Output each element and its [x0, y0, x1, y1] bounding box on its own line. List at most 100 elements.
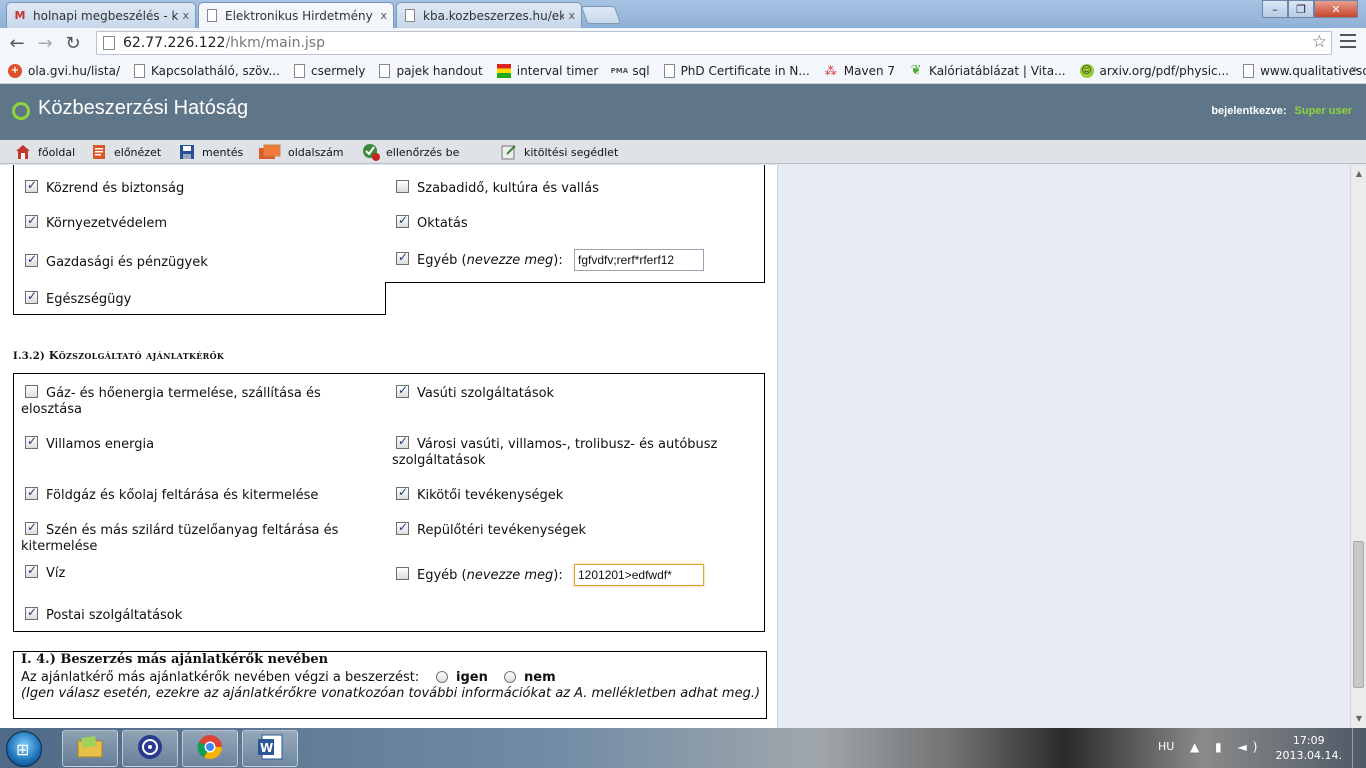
checkbox-foldgaz[interactable] — [25, 485, 38, 500]
egyeb-util-text-input[interactable]: 1201201>edfwdf* — [574, 564, 704, 586]
checkbox-label-egyeb: Egyéb (nevezze meg): — [417, 568, 563, 583]
page-scrollbar[interactable]: ▲ ▼ — [1350, 165, 1366, 728]
page-icon — [205, 9, 219, 23]
page-icon — [379, 63, 391, 78]
checkbox-egyeb-util[interactable] — [396, 567, 409, 580]
logo-ring-icon — [12, 102, 30, 120]
bookmark-label: csermely — [310, 63, 366, 78]
taskbar-explorer[interactable] — [62, 730, 118, 767]
taskbar-chrome[interactable] — [182, 730, 238, 767]
tray-icons[interactable]: ▲ ▮ ◄) — [1190, 740, 1263, 754]
right-panel — [778, 165, 1350, 728]
toolbar-label: mentés — [202, 145, 244, 159]
page-icon — [1243, 63, 1255, 78]
system-clock[interactable]: 17:09 2013.04.14. — [1276, 733, 1342, 763]
show-desktop-button[interactable] — [1352, 728, 1366, 768]
url-host: 62.77.226.122 — [123, 35, 226, 51]
explorer-icon — [76, 735, 104, 763]
toolbar-label: ellenőrzés be — [386, 145, 460, 159]
checkbox-gazdasagi[interactable] — [25, 252, 38, 267]
box-border — [13, 314, 386, 315]
forward-button[interactable]: → — [34, 32, 56, 54]
radio-label-nem: nem — [524, 670, 556, 685]
tab-title: Elektronikus Hirdetmény F — [225, 8, 377, 23]
gmail-icon: M — [14, 9, 26, 22]
radio-nem[interactable] — [504, 671, 516, 683]
bookmark-item[interactable]: ☺ arxiv.org/pdf/physic... — [1079, 63, 1229, 78]
close-icon[interactable]: x — [380, 9, 387, 22]
new-tab-button[interactable] — [580, 6, 622, 24]
taskbar-torrent[interactable] — [122, 730, 178, 767]
toolbar-label: főoldal — [38, 145, 76, 159]
close-window-button[interactable]: ✕ — [1314, 0, 1358, 18]
checkbox-viz[interactable] — [25, 563, 38, 578]
toolbar-check-button[interactable]: ellenőrzés be — [362, 142, 459, 162]
preview-icon — [90, 143, 108, 161]
checkbox-kozrend[interactable] — [25, 178, 38, 193]
bookmark-label: Kapcsolatháló, szöv... — [151, 63, 280, 78]
bookmark-item[interactable]: PMA sql — [611, 64, 650, 78]
checkbox-oktatas[interactable] — [396, 213, 409, 228]
toolbar-help-button[interactable]: kitöltési segédlet — [500, 142, 618, 162]
toolbar-preview-button[interactable]: előnézet — [90, 142, 161, 162]
toolbar-save-button[interactable]: mentés — [178, 142, 243, 162]
bookmark-item[interactable]: PhD Certificate in N... — [663, 63, 810, 78]
flag-icon — [496, 63, 511, 78]
checkbox-repuloteri[interactable] — [396, 520, 409, 535]
home-icon — [14, 143, 32, 161]
svg-text:W: W — [260, 741, 273, 755]
tab-kba[interactable]: kba.kozbeszerzes.hu/ekt/p x — [396, 2, 582, 28]
browser-tabstrip: M holnapi megbeszélés - kin x Elektronik… — [0, 0, 1366, 28]
bookmark-item[interactable]: + ola.gvi.hu/lista/ — [8, 63, 120, 78]
page-icon — [663, 63, 675, 78]
checkbox-vasuti[interactable] — [396, 383, 409, 398]
i4-question: Az ajánlatkérő más ajánlatkérők nevében … — [21, 670, 420, 685]
bookmark-item[interactable]: ❦ Kalóriatáblázat | Vita... — [909, 63, 1066, 78]
checkbox-szabadido[interactable] — [396, 180, 409, 193]
bookmark-item[interactable]: pajek handout — [379, 63, 483, 78]
tab-title: holnapi megbeszélés - kin — [33, 8, 179, 23]
login-user[interactable]: Super user — [1295, 105, 1352, 117]
reload-button[interactable]: ↻ — [62, 32, 84, 54]
minimize-button[interactable]: – — [1262, 0, 1288, 18]
bookmark-item[interactable]: www.qualitativesoci... — [1243, 63, 1366, 78]
bookmark-item[interactable]: ⁂ Maven 7 — [824, 64, 895, 78]
maximize-button[interactable]: ❐ — [1288, 0, 1314, 18]
checkbox-kornyezetvedelem[interactable] — [25, 213, 38, 228]
scroll-down-icon[interactable]: ▼ — [1354, 714, 1364, 724]
tab-title: kba.kozbeszerzes.hu/ekt/p — [423, 8, 564, 23]
tab-gmail[interactable]: M holnapi megbeszélés - kin x — [6, 2, 196, 28]
back-button[interactable]: ← — [6, 32, 28, 54]
address-bar[interactable]: 62.77.226.122/hkm/main.jsp ☆ — [96, 31, 1332, 55]
browser-menu-button[interactable] — [1340, 34, 1356, 50]
checkbox-kikotoi[interactable] — [396, 485, 409, 500]
bookmarks-overflow-button[interactable]: » — [1351, 62, 1358, 76]
browser-toolbar: ← → ↻ 62.77.226.122/hkm/main.jsp ☆ — [0, 28, 1366, 58]
checkbox-villamos[interactable] — [25, 434, 38, 449]
torrent-icon — [136, 733, 164, 765]
bookmark-star-icon[interactable]: ☆ — [1312, 32, 1327, 52]
egyeb-text-input[interactable]: fgfvdfv;rerf*rferf12 — [574, 249, 704, 271]
tab-elektronikus-hirdetmeny[interactable]: Elektronikus Hirdetmény F x — [198, 2, 394, 28]
toolbar-pages-button[interactable]: oldalszám — [258, 142, 344, 162]
bookmark-item[interactable]: Kapcsolatháló, szöv... — [134, 63, 280, 78]
taskbar-word[interactable]: W — [242, 730, 298, 767]
radio-igen[interactable] — [436, 671, 448, 683]
start-button[interactable]: ⊞ — [6, 731, 42, 767]
scrollbar-thumb[interactable] — [1353, 541, 1364, 688]
word-icon: W — [256, 733, 284, 765]
url-path: /hkm/main.jsp — [225, 35, 325, 51]
checkbox-postai[interactable] — [25, 605, 38, 620]
clock-time: 17:09 — [1292, 734, 1325, 747]
close-icon[interactable]: x — [568, 9, 575, 22]
toolbar-home-button[interactable]: főoldal — [14, 142, 75, 162]
scroll-up-icon[interactable]: ▲ — [1354, 169, 1364, 179]
checkbox-egyeb-top[interactable] — [396, 250, 409, 265]
checkbox-egeszsegugy[interactable] — [25, 289, 38, 304]
bookmark-label: interval timer — [516, 63, 599, 78]
close-icon[interactable]: x — [182, 9, 189, 22]
bookmark-item[interactable]: csermely — [293, 63, 366, 78]
bookmark-item[interactable]: interval timer — [496, 63, 599, 78]
language-indicator[interactable]: HU — [1158, 740, 1174, 753]
window-controls: – ❐ ✕ — [1262, 0, 1358, 18]
